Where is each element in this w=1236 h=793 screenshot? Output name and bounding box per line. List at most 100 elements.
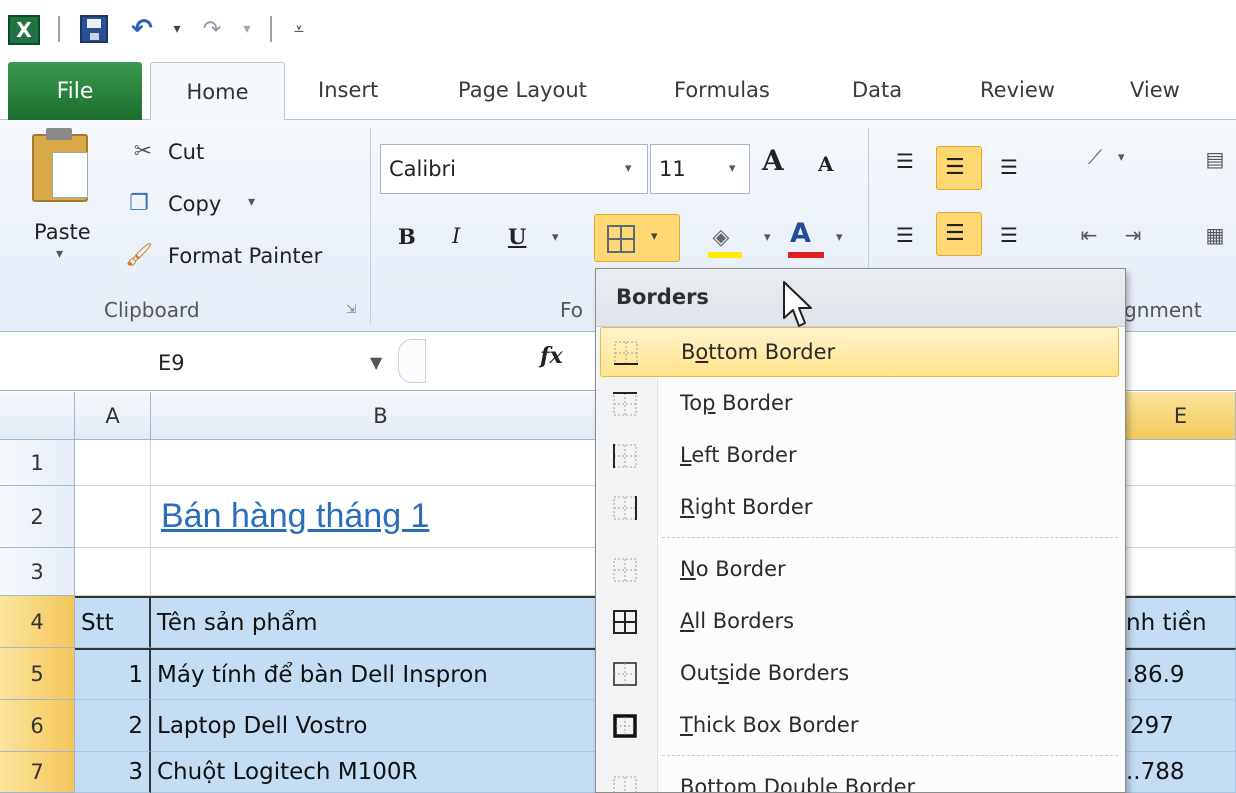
bottom-align-icon[interactable]: ☰ [994, 154, 1024, 180]
cell-b3[interactable] [151, 548, 611, 596]
cut-icon[interactable]: ✂ [128, 138, 158, 164]
name-box-dropdown-icon[interactable]: ▼ [370, 353, 382, 372]
font-color-button[interactable]: A [790, 218, 811, 249]
orientation-icon[interactable]: ⟋ [1080, 144, 1110, 170]
align-left-icon[interactable]: ☰ [890, 222, 920, 248]
cell-a4[interactable]: Stt [75, 596, 151, 648]
cell-e4[interactable]: nh tiền [1126, 596, 1236, 648]
cell-e2[interactable] [1126, 486, 1236, 548]
menu-item-outside-borders[interactable]: Outside Borders [600, 649, 1119, 699]
font-size-dropdown-icon[interactable]: ▾ [729, 161, 736, 176]
paste-dropdown-icon[interactable]: ▾ [56, 246, 63, 262]
cell-e5[interactable]: .86.9 [1126, 648, 1236, 700]
align-right-icon[interactable]: ☰ [994, 222, 1024, 248]
insert-function-button[interactable]: fx [540, 343, 563, 369]
sheet-title-link[interactable]: Bán hàng tháng 1 [161, 497, 429, 536]
select-all-corner[interactable] [0, 392, 75, 440]
menu-item-left-border[interactable]: Left Border [600, 431, 1119, 481]
redo-dropdown-icon[interactable]: ▾ [240, 15, 254, 43]
undo-icon[interactable]: ↶ [128, 14, 156, 44]
tab-data[interactable]: Data [852, 78, 902, 102]
grow-font-button[interactable]: A [762, 144, 784, 177]
undo-dropdown-icon[interactable]: ▾ [170, 15, 184, 43]
tab-home[interactable]: Home [150, 62, 285, 121]
customize-qat-icon[interactable]: ⩡ [290, 15, 308, 43]
merge-center-icon[interactable]: ▦ [1200, 222, 1230, 248]
excel-logo-icon[interactable]: X [8, 15, 40, 45]
redo-icon[interactable]: ↷ [198, 15, 226, 43]
tab-page-layout[interactable]: Page Layout [458, 78, 587, 102]
column-header-e[interactable]: E [1126, 392, 1236, 440]
menu-item-bottom-double-border[interactable]: Bottom Double Border [600, 763, 1119, 792]
column-header-a[interactable]: A [75, 392, 151, 440]
decrease-indent-icon[interactable]: ⇤ [1074, 222, 1104, 248]
cell-e1[interactable] [1126, 440, 1236, 486]
cell-e3[interactable] [1126, 548, 1236, 596]
cell-e7[interactable]: ..788 [1126, 752, 1236, 793]
cell-b2[interactable]: Bán hàng tháng 1 [151, 486, 611, 548]
italic-button[interactable]: I [452, 224, 460, 248]
menu-item-top-border[interactable]: Top Border [600, 379, 1119, 429]
underline-dropdown-icon[interactable]: ▾ [552, 230, 559, 245]
row-header-4[interactable]: 4 [0, 596, 75, 648]
tab-view[interactable]: View [1130, 78, 1180, 102]
shrink-font-button[interactable]: A [818, 152, 834, 176]
font-color-dropdown-icon[interactable]: ▾ [836, 230, 843, 245]
fill-color-dropdown-icon[interactable]: ▾ [764, 230, 771, 245]
formula-bar-resize-handle[interactable] [398, 339, 426, 383]
underline-button[interactable]: U [508, 224, 526, 249]
format-painter-button[interactable]: Format Painter [168, 244, 322, 268]
font-name-dropdown-icon[interactable]: ▾ [625, 161, 632, 176]
row-header-6[interactable]: 6 [0, 700, 75, 752]
orientation-dropdown-icon[interactable]: ▾ [1118, 150, 1125, 165]
row-header-7[interactable]: 7 [0, 752, 75, 793]
cell-a7[interactable]: 3 [75, 752, 151, 793]
menu-item-all-borders[interactable]: All Borders [600, 597, 1119, 647]
row-header-3[interactable]: 3 [0, 548, 75, 596]
cell-a3[interactable] [75, 548, 151, 596]
column-header-b[interactable]: B [151, 392, 611, 440]
center-align-button[interactable]: ☰ [936, 212, 982, 256]
menu-item-bottom-border[interactable]: Bottom Border [600, 327, 1119, 377]
cell-b1[interactable] [151, 440, 611, 486]
save-icon[interactable] [80, 15, 108, 43]
row-header-5[interactable]: 5 [0, 648, 75, 700]
bold-button[interactable]: B [398, 224, 416, 249]
fill-color-icon[interactable]: ◈ [706, 224, 736, 250]
format-painter-icon[interactable]: 🖌 [124, 242, 154, 268]
tab-insert[interactable]: Insert [318, 78, 378, 102]
paste-button[interactable]: Paste [34, 220, 91, 244]
font-name-combobox[interactable]: Calibri ▾ [380, 144, 648, 194]
cell-a1[interactable] [75, 440, 151, 486]
wrap-text-icon[interactable]: ▤ [1200, 146, 1230, 172]
cell-b6[interactable]: Laptop Dell Vostro [151, 700, 611, 752]
clipboard-launcher-icon[interactable]: ⇲ [346, 302, 356, 316]
copy-dropdown-icon[interactable]: ▾ [248, 194, 255, 210]
menu-item-thick-box-border[interactable]: Thick Box Border [600, 701, 1119, 751]
cell-a2[interactable] [75, 486, 151, 548]
tab-review[interactable]: Review [980, 78, 1055, 102]
cell-a6[interactable]: 2 [75, 700, 151, 752]
menu-item-right-border[interactable]: Right Border [600, 483, 1119, 533]
name-box[interactable]: E9 ▼ [150, 339, 390, 385]
middle-align-button[interactable]: ☰ [936, 146, 982, 190]
cut-button[interactable]: Cut [168, 140, 204, 164]
menu-item-no-border[interactable]: No Border [600, 545, 1119, 595]
row-header-2[interactable]: 2 [0, 486, 75, 548]
row-header-1[interactable]: 1 [0, 440, 75, 486]
tab-file-label: File [56, 78, 94, 104]
copy-icon[interactable]: ❐ [124, 190, 154, 216]
top-align-icon[interactable]: ☰ [890, 148, 920, 174]
cell-b7[interactable]: Chuột Logitech M100R [151, 752, 611, 793]
increase-indent-icon[interactable]: ⇥ [1118, 222, 1148, 248]
cell-e6[interactable]: 297 [1126, 700, 1236, 752]
tab-file[interactable]: File [8, 62, 142, 120]
cell-b4[interactable]: Tên sản phẩm [151, 596, 611, 648]
tab-formulas[interactable]: Formulas [674, 78, 770, 102]
paste-icon[interactable] [32, 128, 88, 202]
borders-button[interactable]: ▾ [594, 214, 680, 262]
cell-b5[interactable]: Máy tính để bàn Dell Inspron [151, 648, 611, 700]
cell-a5[interactable]: 1 [75, 648, 151, 700]
copy-button[interactable]: Copy [168, 192, 221, 216]
font-size-combobox[interactable]: 11 ▾ [650, 144, 750, 194]
